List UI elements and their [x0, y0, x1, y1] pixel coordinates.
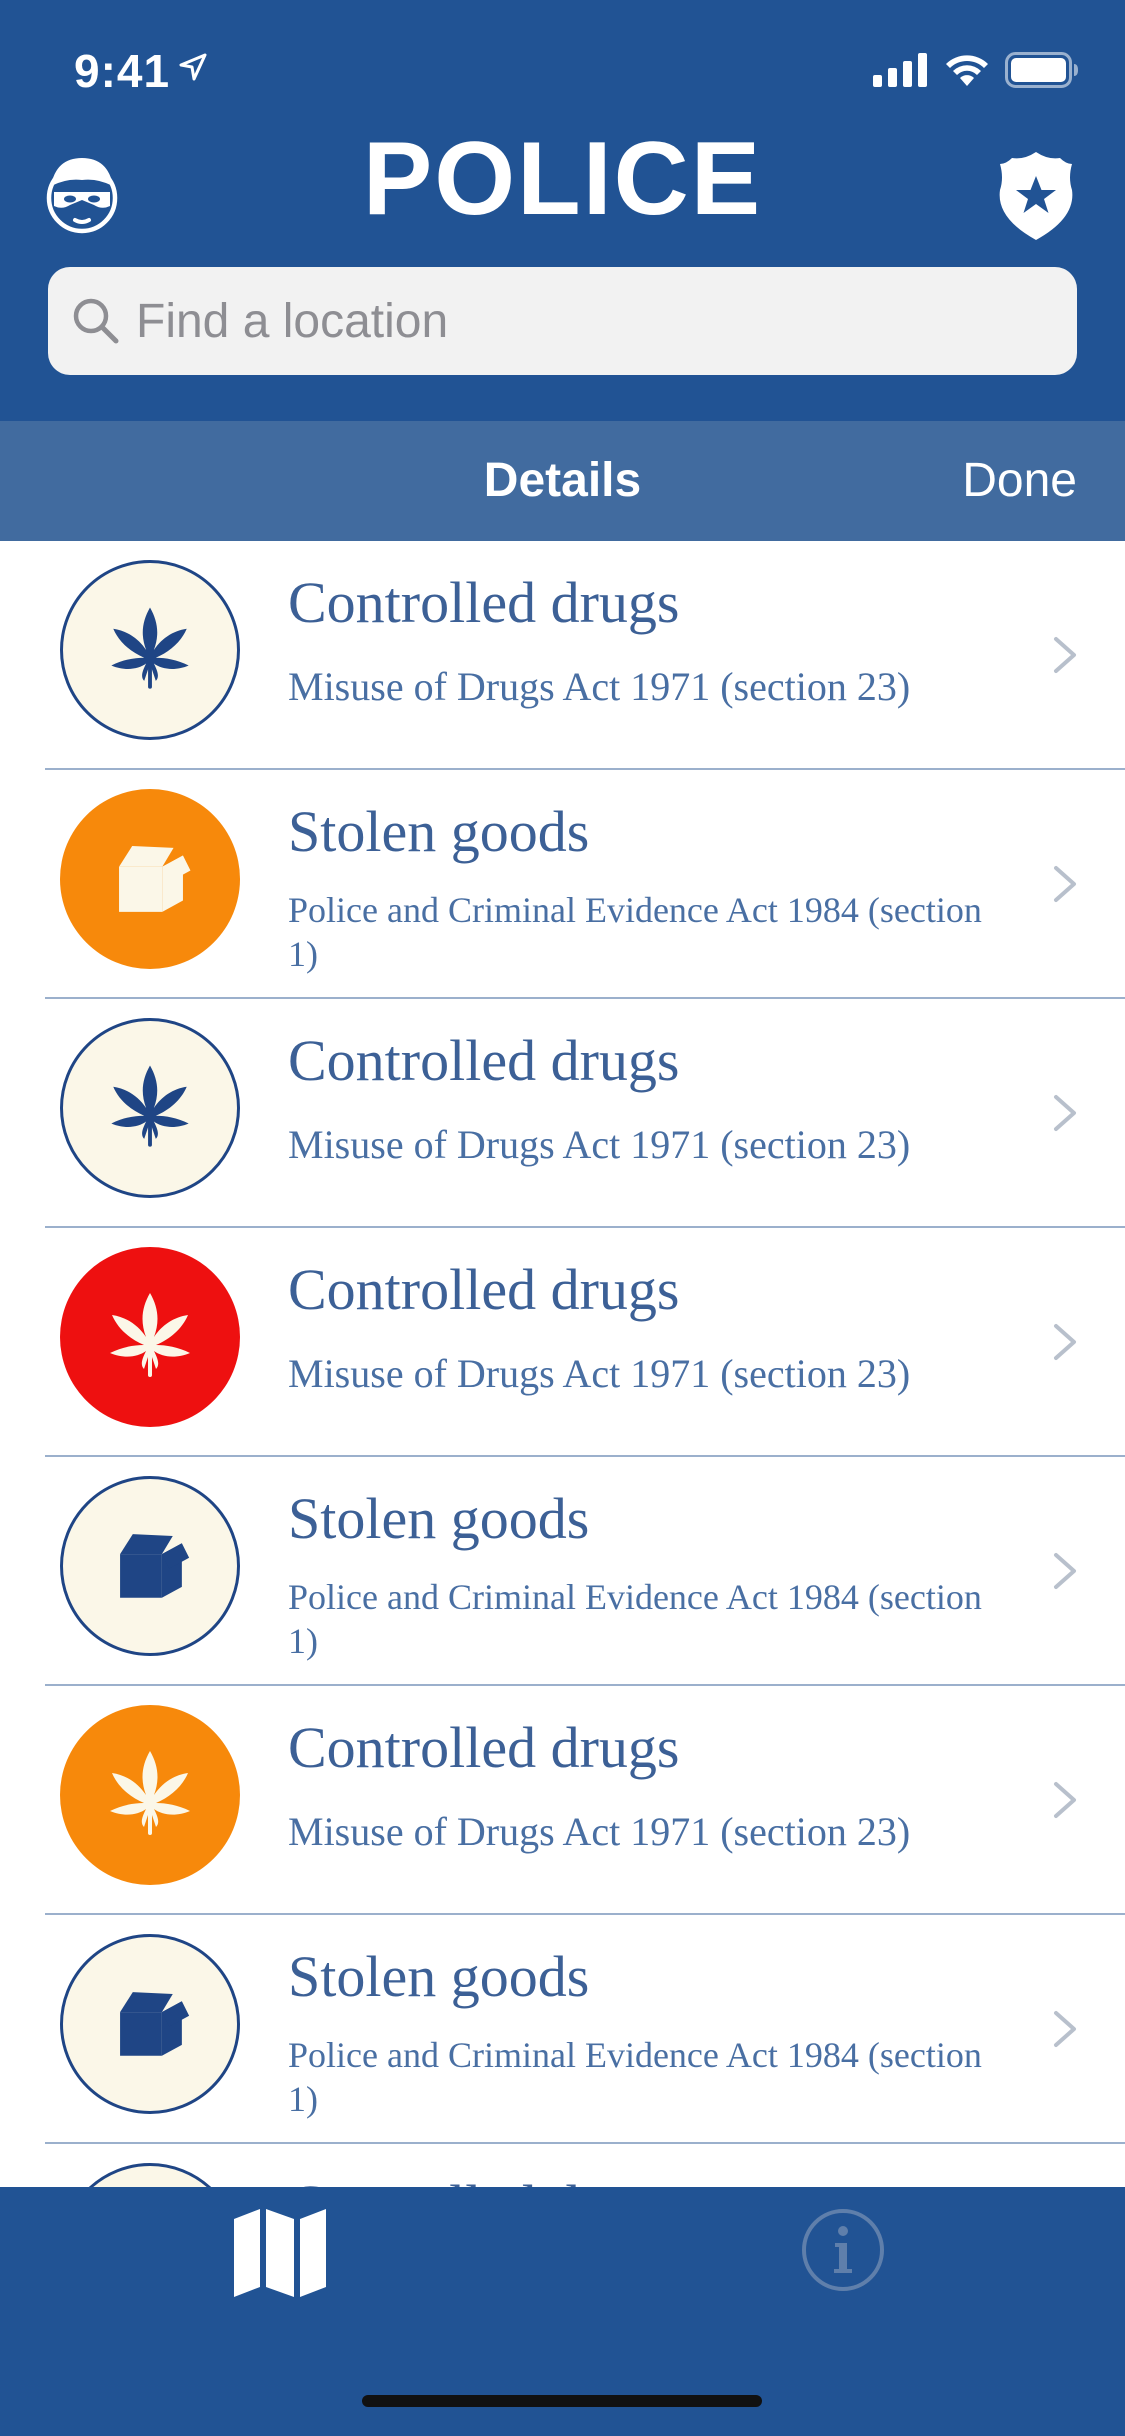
open-box-icon: [60, 1476, 240, 1656]
chevron-right-icon: [1054, 2011, 1076, 2047]
page-title: POLICE: [362, 121, 763, 237]
list-item-title: Controlled drugs: [288, 1257, 680, 1322]
info-icon[interactable]: [800, 2207, 886, 2293]
list-item-title: Stolen goods: [288, 1944, 590, 2009]
map-icon[interactable]: [230, 2207, 330, 2299]
list-item-subtitle: Police and Criminal Evidence Act 1984 (s…: [288, 2035, 982, 2119]
chevron-right-icon: [1054, 1095, 1076, 1131]
list-item[interactable]: Controlled drugs Misuse of Drugs Act 197…: [0, 541, 1125, 770]
police-badge-icon[interactable]: [996, 150, 1076, 242]
list-item[interactable]: Controlled drugs Misuse of Drugs Act 197…: [0, 999, 1125, 1228]
open-box-icon: [60, 789, 240, 969]
cellular-signal-icon: [873, 53, 927, 87]
open-box-icon: [60, 1934, 240, 2114]
list-item-title: Stolen goods: [288, 799, 590, 864]
list-item-title: Controlled drugs: [288, 2172, 679, 2187]
list-item-subtitle: Misuse of Drugs Act 1971 (section 23): [288, 1809, 911, 1854]
list-item[interactable]: Stolen goods Police and Criminal Evidenc…: [0, 1457, 1125, 1686]
cannabis-leaf-icon: [60, 560, 240, 740]
details-bar: Details Done: [0, 421, 1125, 541]
list-item[interactable]: Controlled drugs Misuse of Drugs Act 197…: [0, 1686, 1125, 1915]
list-item-title: Controlled drugs: [288, 1028, 680, 1093]
list-item[interactable]: Stolen goods Police and Criminal Evidenc…: [0, 1915, 1125, 2144]
list-item-subtitle: Misuse of Drugs Act 1971 (section 23): [288, 664, 911, 709]
search-icon: [73, 298, 119, 344]
home-indicator: [362, 2395, 762, 2407]
search-bar[interactable]: [48, 267, 1077, 375]
list-item-title: Controlled drugs: [288, 570, 680, 635]
list-item-title: Controlled drugs: [288, 1715, 680, 1780]
list-item-subtitle: Police and Criminal Evidence Act 1984 (s…: [288, 1577, 982, 1661]
cannabis-leaf-icon: [60, 1247, 240, 1427]
status-bar: 9:41: [0, 0, 1125, 132]
chevron-right-icon: [1054, 637, 1076, 673]
chevron-right-icon: [1054, 1324, 1076, 1360]
list-item-subtitle: Misuse of Drugs Act 1971 (section 23): [288, 1122, 911, 1167]
list-item-subtitle: Police and Criminal Evidence Act 1984 (s…: [288, 890, 982, 974]
header: 9:41 POLICE Find a location: [0, 0, 1125, 421]
cannabis-leaf-icon: [60, 1705, 240, 1885]
list-item[interactable]: Stolen goods Police and Criminal Evidenc…: [0, 770, 1125, 999]
list-item[interactable]: Controlled drugs: [0, 2144, 1125, 2187]
list-item-subtitle: Misuse of Drugs Act 1971 (section 23): [288, 1351, 911, 1396]
cannabis-leaf-icon: [60, 1018, 240, 1198]
chevron-right-icon: [1054, 866, 1076, 902]
list-item[interactable]: Controlled drugs Misuse of Drugs Act 197…: [0, 1228, 1125, 1457]
status-icons: [873, 50, 1079, 90]
status-time: 9:41: [74, 45, 171, 97]
chevron-right-icon: [1054, 1553, 1076, 1589]
list-item-title: Stolen goods: [288, 1486, 590, 1551]
location-arrow-icon: [179, 53, 207, 81]
search-input[interactable]: [136, 267, 1036, 375]
wifi-icon: [946, 55, 988, 86]
details-list: Controlled drugs Misuse of Drugs Act 197…: [0, 541, 1125, 2187]
battery-icon: [1005, 52, 1078, 88]
chevron-right-icon: [1054, 1782, 1076, 1818]
cannabis-leaf-icon: [60, 2163, 240, 2187]
done-button[interactable]: Done: [962, 421, 1077, 541]
details-title: Details: [483, 454, 642, 507]
